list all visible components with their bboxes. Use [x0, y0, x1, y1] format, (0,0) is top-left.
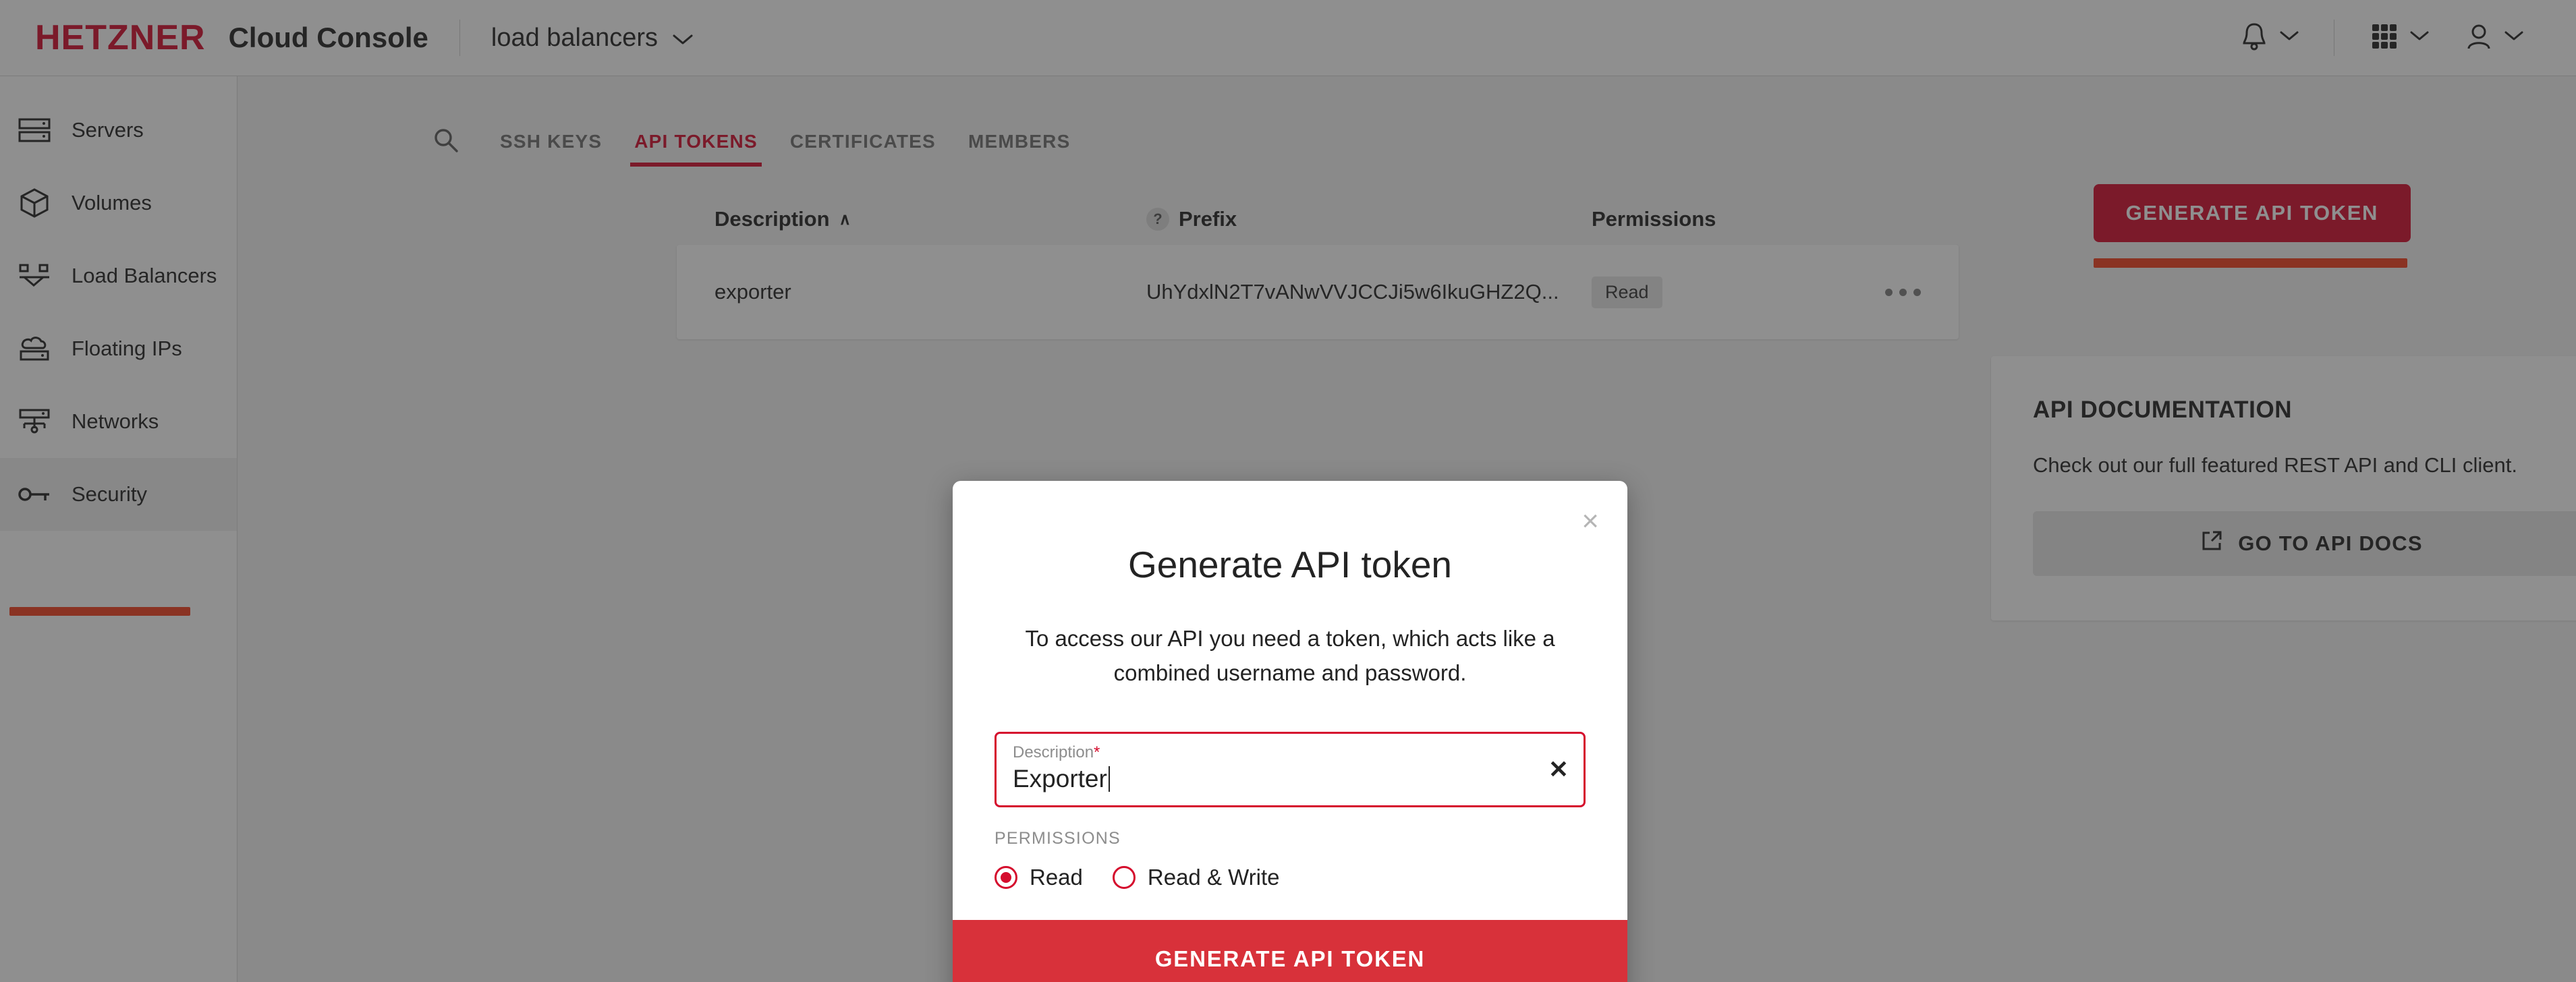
radio-read-write-icon[interactable]	[1113, 866, 1136, 889]
permissions-radio-group: Read Read & Write	[995, 865, 1586, 890]
clear-input-icon[interactable]: ✕	[1548, 755, 1569, 784]
generate-api-token-dialog: × Generate API token To access our API y…	[953, 481, 1627, 982]
text-caret	[1109, 766, 1110, 792]
radio-read-label: Read	[1030, 865, 1083, 890]
app-root: HETZNER Cloud Console load balancers	[0, 0, 2576, 982]
radio-option-read-write[interactable]: Read & Write	[1113, 865, 1280, 890]
dialog-footer: GENERATE API TOKEN	[953, 920, 1627, 982]
description-field-label: Description*	[1013, 743, 1567, 762]
radio-option-read[interactable]: Read	[995, 865, 1083, 890]
dialog-submit-button[interactable]: GENERATE API TOKEN	[953, 920, 1627, 982]
description-field[interactable]: Description* Exporter ✕	[995, 732, 1586, 807]
dialog-description: To access our API you need a token, whic…	[995, 621, 1586, 690]
description-input-wrapper[interactable]: Exporter	[1013, 765, 1567, 793]
radio-read-write-label: Read & Write	[1148, 865, 1280, 890]
close-icon[interactable]: ×	[1581, 507, 1599, 536]
required-marker: *	[1094, 743, 1100, 761]
permissions-label: PERMISSIONS	[995, 829, 1586, 848]
radio-read-icon[interactable]	[995, 866, 1017, 889]
description-label-text: Description	[1013, 743, 1094, 761]
dialog-body: Generate API token To access our API you…	[953, 481, 1627, 890]
dialog-title: Generate API token	[995, 543, 1586, 586]
description-input-value: Exporter	[1013, 765, 1107, 793]
